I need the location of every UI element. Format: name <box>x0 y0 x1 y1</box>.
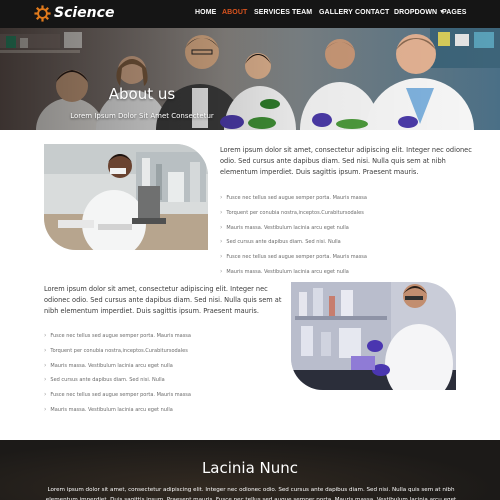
chevron-right-icon: › <box>220 238 223 246</box>
chevron-right-icon: › <box>220 223 223 231</box>
list-item-text: Sed cursus ante dapibus diam. Sed nisi. … <box>226 239 341 246</box>
hero-banner: About us Lorem Ipsum Dolor Sit Amet Cons… <box>0 28 500 130</box>
list-item-text: Mauris massa. Vestibulum lacinia arcu eg… <box>226 268 349 275</box>
main-menu: HOME ABOUT SERVICES TEAM GALLERY CONTACT… <box>0 0 500 28</box>
chevron-right-icon: › <box>44 376 47 384</box>
list-item-text: Fusce nec tellus sed augue semper porta.… <box>226 195 367 201</box>
list-item-text: Mauris massa. Vestibulum lacinia arcu eg… <box>50 362 173 369</box>
list-item-text: Fusce nec tellus sed augue semper porta.… <box>226 254 367 261</box>
list-item: › Sed cursus ante dapibus diam. Sed nisi.… <box>220 235 367 250</box>
list-item-text: Torquent per conubia nostra,inceptos.Cur… <box>226 209 364 216</box>
nav-item-dropdown[interactable]: DROPDOWN ▼ <box>394 9 444 16</box>
list-item: › Mauris massa. Vestibulum lacinia arcu e… <box>220 265 367 280</box>
chevron-right-icon: › <box>220 194 223 201</box>
top-navbar: Science HOME ABOUT SERVICES TEAM GALLERY… <box>0 0 500 28</box>
nav-item-pages[interactable]: PAGES <box>442 9 467 16</box>
list-item-text: Fusce nec tellus sed augue semper porta.… <box>50 392 191 399</box>
section-text: Lorem ipsum dolor sit amet, consectetur … <box>45 487 457 500</box>
nav-item-services[interactable]: SERVICES <box>254 9 290 16</box>
list-item: › Fusce nec tellus sed augue semper porta… <box>220 191 367 206</box>
chevron-right-icon: › <box>220 267 223 275</box>
list-item-text: Fusce nec tellus sed augue semper porta.… <box>50 333 191 339</box>
list-item-text: Mauris massa. Vestibulum lacinia arcu eg… <box>50 406 173 413</box>
nav-item-about[interactable]: ABOUT <box>222 9 247 16</box>
list-item: › Fusce nec tellus sed augue semper porta… <box>44 329 191 344</box>
nav-item-home[interactable]: HOME <box>195 9 216 16</box>
list-item: › Mauris massa. Vestibulum lacinia arcu e… <box>220 221 367 236</box>
scientist-microscope-image <box>44 144 208 250</box>
chevron-right-icon: › <box>44 405 47 413</box>
page-subtitle: Lorem Ipsum Dolor Sit Amet Consectetur <box>70 112 214 120</box>
list-item: › Fusce nec tellus sed augue semper porta… <box>220 250 367 265</box>
section2-feature-list: › Fusce nec tellus sed augue semper porta… <box>44 329 191 418</box>
section1-paragraph: Lorem ipsum dolor sit amet, consectetur … <box>220 146 472 176</box>
chevron-right-icon: › <box>44 346 47 354</box>
section-title: Lacinia Nunc <box>201 459 299 477</box>
section2-paragraph: Lorem ipsum dolor sit amet, consectetur … <box>44 285 282 315</box>
chevron-right-icon: › <box>44 332 47 339</box>
chevron-right-icon: › <box>44 391 47 399</box>
section1-feature-list: › Fusce nec tellus sed augue semper porta… <box>220 191 367 280</box>
lacinia-nunc-section: Lacinia Nunc Lorem ipsum dolor sit amet,… <box>0 440 500 500</box>
list-item: › Mauris massa. Vestibulum lacinia arcu e… <box>44 403 191 418</box>
list-item: › Torquent per conubia nostra,inceptos.Cu… <box>44 344 191 359</box>
scientist-lab-bench-image <box>291 282 456 390</box>
nav-item-team[interactable]: TEAM <box>292 9 312 16</box>
chevron-right-icon: › <box>220 208 223 216</box>
list-item-text: Sed cursus ante dapibus diam. Sed nisi. … <box>50 377 165 384</box>
list-item: › Mauris massa. Vestibulum lacinia arcu e… <box>44 359 191 374</box>
nav-item-dropdown-label: DROPDOWN <box>394 9 438 16</box>
nav-item-gallery[interactable]: GALLERY <box>319 9 353 16</box>
list-item-text: Mauris massa. Vestibulum lacinia arcu eg… <box>226 224 349 231</box>
chevron-right-icon: › <box>220 253 223 261</box>
nav-item-contact[interactable]: CONTACT <box>355 9 389 16</box>
chevron-right-icon: › <box>44 361 47 369</box>
page-title: About us <box>108 85 176 103</box>
list-item: › Fusce nec tellus sed augue semper porta… <box>44 388 191 403</box>
list-item: › Sed cursus ante dapibus diam. Sed nisi.… <box>44 373 191 388</box>
list-item-text: Torquent per conubia nostra,inceptos.Cur… <box>50 347 188 354</box>
list-item: › Torquent per conubia nostra,inceptos.Cu… <box>220 206 367 221</box>
